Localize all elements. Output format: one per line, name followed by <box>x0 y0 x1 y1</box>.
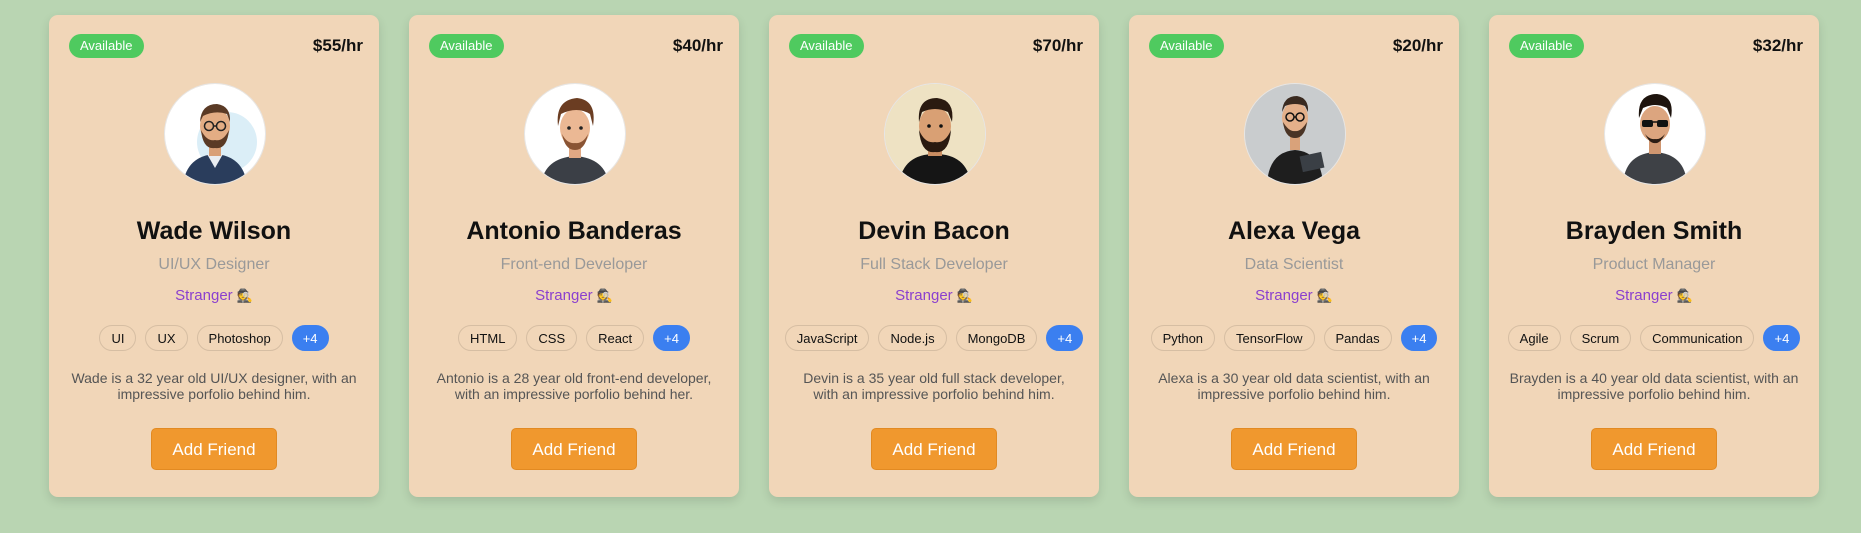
profile-name: Devin Bacon <box>858 217 1010 245</box>
skill-tags: Agile Scrum Communication +4 <box>1489 325 1819 351</box>
profile-name: Wade Wilson <box>136 217 292 245</box>
skill-tag: Communication <box>1640 325 1755 351</box>
skill-tag: JavaScript <box>784 325 870 351</box>
avatar <box>524 83 626 185</box>
skill-tag: UX <box>145 325 188 351</box>
more-skills-button[interactable]: +4 <box>1763 325 1801 351</box>
profile-description: Antonio is a 28 year old front-end devel… <box>436 370 712 402</box>
skill-tags: JavaScript Node.js MongoDB +4 <box>769 325 1099 351</box>
more-skills-button[interactable]: +4 <box>653 325 690 351</box>
hourly-rate: $40/hr <box>672 36 723 55</box>
profile-role: Product Manager <box>1592 256 1716 273</box>
skill-tag: CSS <box>526 325 578 351</box>
spy-icon: 🕵 <box>956 288 973 303</box>
profile-card: Available $55/hr Wade Wilson UI/UX Desig… <box>49 15 379 497</box>
relation-status: Stranger 🕵 <box>1129 287 1459 304</box>
more-skills-button[interactable]: +4 <box>1046 325 1084 351</box>
relation-status: Stranger 🕵 <box>1489 287 1819 304</box>
more-skills-button[interactable]: +4 <box>291 325 329 351</box>
spy-icon: 🕵 <box>596 288 613 303</box>
profile-description: Alexa is a 30 year old data scientist, w… <box>1158 370 1430 402</box>
add-friend-button[interactable]: Add Friend <box>511 428 637 470</box>
more-skills-button[interactable]: +4 <box>1400 325 1438 351</box>
avatar <box>164 83 266 185</box>
spy-icon: 🕵 <box>1316 288 1333 303</box>
skill-tags: HTML CSS React +4 <box>409 325 739 351</box>
hourly-rate: $70/hr <box>1032 36 1083 55</box>
add-friend-button[interactable]: Add Friend <box>1591 428 1717 470</box>
skill-tag: MongoDB <box>955 325 1038 351</box>
skill-tags: UI UX Photoshop +4 <box>49 325 379 351</box>
relation-label: Stranger <box>535 287 593 304</box>
hourly-rate: $32/hr <box>1752 36 1803 55</box>
relation-status: Stranger 🕵 <box>769 287 1099 304</box>
skill-tag: Photoshop <box>196 325 283 351</box>
relation-label: Stranger <box>175 287 233 304</box>
profile-name: Antonio Banderas <box>466 217 682 245</box>
profile-card: Available $40/hr Antonio Banderas Front-… <box>409 15 739 497</box>
relation-status: Stranger 🕵 <box>49 287 379 304</box>
skill-tag: React <box>586 325 645 351</box>
profile-description: Wade is a 32 year old UI/UX designer, wi… <box>71 370 357 402</box>
profile-role: Front-end Developer <box>500 256 648 273</box>
avatar <box>1244 83 1346 185</box>
relation-label: Stranger <box>1255 287 1313 304</box>
relation-status: Stranger 🕵 <box>409 287 739 304</box>
status-badge: Available <box>429 34 504 58</box>
skill-tag: Pandas <box>1323 325 1392 351</box>
avatar <box>1604 83 1706 185</box>
relation-label: Stranger <box>1615 287 1673 304</box>
skill-tag: Python <box>1150 325 1216 351</box>
profile-role: UI/UX Designer <box>158 256 270 273</box>
add-friend-button[interactable]: Add Friend <box>1231 428 1357 470</box>
relation-label: Stranger <box>895 287 953 304</box>
add-friend-button[interactable]: Add Friend <box>151 428 277 470</box>
profile-card-grid: Available $55/hr Wade Wilson UI/UX Desig… <box>49 15 1819 497</box>
skill-tag: UI <box>99 325 137 351</box>
skill-tags: Python TensorFlow Pandas +4 <box>1129 325 1459 351</box>
spy-icon: 🕵 <box>1676 288 1693 303</box>
avatar <box>884 83 986 185</box>
profile-role: Data Scientist <box>1244 256 1344 273</box>
profile-card: Available $70/hr Devin Bacon Full Stack … <box>769 15 1099 497</box>
skill-tag: HTML <box>458 325 518 351</box>
profile-description: Brayden is a 40 year old data scientist,… <box>1509 370 1799 402</box>
hourly-rate: $20/hr <box>1392 36 1443 55</box>
status-badge: Available <box>69 34 144 58</box>
profile-name: Alexa Vega <box>1227 217 1361 245</box>
status-badge: Available <box>789 34 864 58</box>
status-badge: Available <box>1509 34 1584 58</box>
skill-tag: Node.js <box>878 325 947 351</box>
add-friend-button[interactable]: Add Friend <box>871 428 997 470</box>
profile-description: Devin is a 35 year old full stack develo… <box>803 370 1065 402</box>
hourly-rate: $55/hr <box>312 36 363 55</box>
profile-name: Brayden Smith <box>1565 217 1743 245</box>
profile-role: Full Stack Developer <box>860 256 1008 273</box>
profile-card: Available $32/hr Brayden Smith Product M… <box>1489 15 1819 497</box>
skill-tag: Agile <box>1507 325 1561 351</box>
skill-tag: Scrum <box>1569 325 1632 351</box>
spy-icon: 🕵 <box>236 288 253 303</box>
profile-card: Available $20/hr Alexa Vega Data Scienti… <box>1129 15 1459 497</box>
status-badge: Available <box>1149 34 1224 58</box>
skill-tag: TensorFlow <box>1224 325 1315 351</box>
